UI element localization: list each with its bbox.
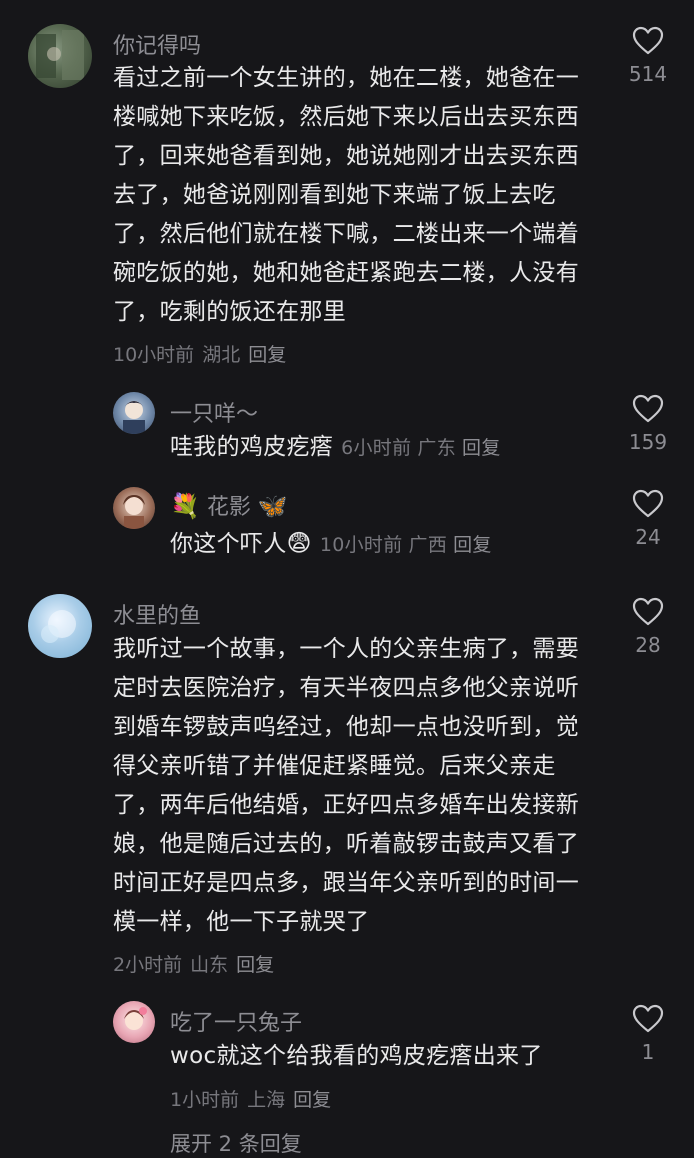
reply-location: 广东 xyxy=(417,437,457,459)
reply-time: 10小时前 xyxy=(319,534,403,556)
like-count: 1 xyxy=(641,1040,655,1064)
like-button[interactable]: 514 xyxy=(618,26,678,86)
heart-outline-icon xyxy=(632,26,664,55)
reply-meta: 1小时前 上海 回复 xyxy=(170,1085,339,1112)
reply-button[interactable]: 回复 xyxy=(462,437,501,459)
like-count: 159 xyxy=(628,430,668,454)
like-count: 28 xyxy=(635,633,661,657)
comment-location: 湖北 xyxy=(202,344,241,366)
reply-username[interactable]: 花影 xyxy=(207,495,251,520)
reply-username-row: 💐 花影 🦋 xyxy=(170,489,288,521)
reply-text: woc就这个给我看的鸡皮疙瘩出来了 xyxy=(170,1043,543,1069)
heart-outline-icon xyxy=(632,489,664,518)
avatar[interactable] xyxy=(28,24,92,88)
like-button[interactable]: 24 xyxy=(618,489,678,549)
reply-text: 你这个吓人😨 10小时前 广西 回复 xyxy=(170,524,498,565)
reply-time: 1小时前 xyxy=(170,1089,240,1111)
reply-content: 哇我的鸡皮疙瘩 xyxy=(170,434,334,460)
comment-time: 10小时前 xyxy=(113,344,195,366)
like-button[interactable]: 1 xyxy=(618,1004,678,1064)
butterfly-emoji-icon: 🦋 xyxy=(257,492,288,520)
reply-content: 你这个吓人 xyxy=(170,531,287,557)
reply-button[interactable]: 回复 xyxy=(453,534,492,556)
avatar-image-icon xyxy=(123,401,145,434)
avatar[interactable] xyxy=(113,1001,155,1043)
like-button[interactable]: 28 xyxy=(618,597,678,657)
reply-location: 上海 xyxy=(247,1089,286,1111)
avatar-image-icon xyxy=(36,30,84,80)
comment-location: 山东 xyxy=(190,954,229,976)
avatar-image-icon xyxy=(123,495,145,529)
avatar-image-icon xyxy=(124,1007,147,1030)
reply-time: 6小时前 xyxy=(341,437,412,459)
comment-text: 我听过一个故事，一个人的父亲生病了，需要定时去医院治疗，有天半夜四点多他父亲说听… xyxy=(113,636,579,935)
reply-button[interactable]: 回复 xyxy=(293,1089,331,1111)
comment-time: 2小时前 xyxy=(113,954,183,976)
reply-button[interactable]: 回复 xyxy=(236,954,274,976)
like-count: 514 xyxy=(628,62,668,86)
heart-outline-icon xyxy=(632,1004,664,1033)
like-button[interactable]: 159 xyxy=(618,394,678,454)
reply-location: 广西 xyxy=(408,534,448,556)
reply-username[interactable]: 一只咩～ xyxy=(170,396,258,428)
expand-replies-button[interactable]: 展开 2 条回复 xyxy=(170,1128,302,1158)
comment-username[interactable]: 水里的鱼 xyxy=(113,598,201,630)
comment-meta: 2小时前 山东 回复 xyxy=(113,950,282,977)
comment-username[interactable]: 你记得吗 xyxy=(113,28,201,60)
reply-username[interactable]: 吃了一只兔子 xyxy=(170,1005,302,1037)
flower-emoji-icon: 💐 xyxy=(170,492,200,520)
avatar[interactable] xyxy=(28,594,92,658)
comment-meta: 10小时前 湖北 回复 xyxy=(113,340,294,367)
scared-face-emoji-icon: 😨 xyxy=(286,529,312,557)
avatar[interactable] xyxy=(113,392,155,434)
comment-text: 看过之前一个女生讲的，她在二楼，她爸在一楼喊她下来吃饭，然后她下来以后出去买东西… xyxy=(113,65,579,325)
reply-button[interactable]: 回复 xyxy=(248,344,286,366)
avatar-image-icon xyxy=(41,610,76,643)
heart-outline-icon xyxy=(632,394,664,423)
like-count: 24 xyxy=(635,525,661,549)
heart-outline-icon xyxy=(632,597,664,626)
reply-text: 哇我的鸡皮疙瘩 6小时前 广东 回复 xyxy=(170,428,507,468)
avatar[interactable] xyxy=(113,487,155,529)
reply-meta: 10小时前 广西 回复 xyxy=(320,534,498,556)
reply-meta: 6小时前 广东 回复 xyxy=(341,437,507,459)
